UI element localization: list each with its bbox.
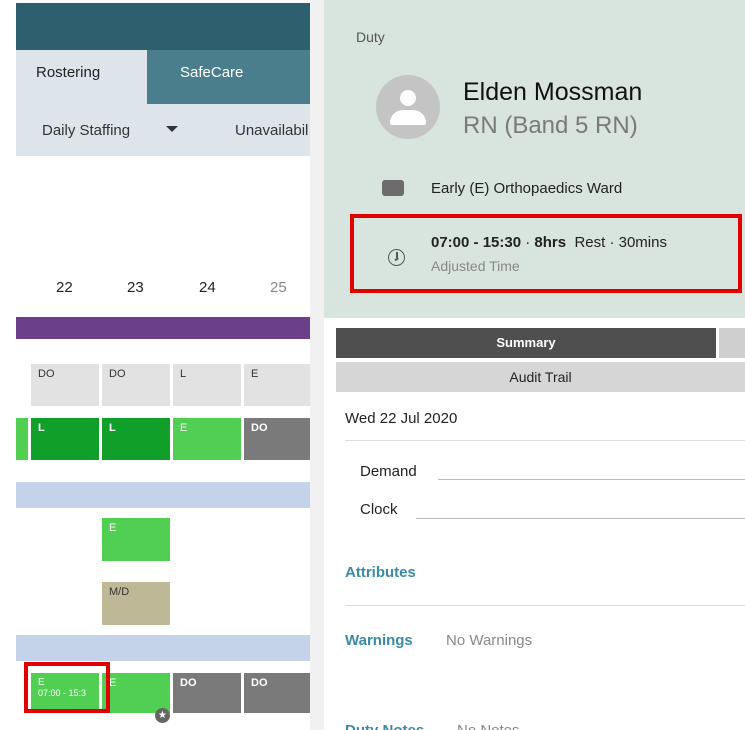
duty-notes-value: No Notes — [457, 722, 520, 730]
tab-audit-trail[interactable]: Audit Trail — [336, 362, 745, 392]
time-note: Adjusted Time — [431, 258, 520, 274]
roster-cell[interactable]: E — [102, 673, 170, 713]
roster-cell[interactable]: DO — [173, 673, 241, 713]
group-band — [16, 635, 325, 661]
day-header: 22 — [56, 279, 73, 296]
tab-partial[interactable] — [719, 328, 745, 358]
chevron-down-icon[interactable] — [166, 126, 178, 132]
unavailability-menu[interactable]: Unavailabil — [235, 122, 308, 139]
roster-cell[interactable]: E — [244, 364, 312, 406]
shift-hours: 8hrs — [534, 234, 567, 251]
roster-cell[interactable]: DO — [31, 364, 99, 406]
demand-label: Demand — [360, 463, 417, 480]
roster-cell[interactable]: E — [173, 418, 241, 460]
roster-cell[interactable]: E — [102, 518, 170, 561]
roster-cell[interactable]: DO — [102, 364, 170, 406]
roster-cell[interactable]: DO — [244, 673, 312, 713]
rest-value: 30mins — [618, 234, 667, 251]
day-header: 25 — [270, 279, 287, 296]
divider — [345, 440, 745, 441]
demand-line — [438, 479, 745, 480]
shift-ward: Early (E) Orthopaedics Ward — [431, 180, 623, 197]
avatar — [376, 75, 440, 139]
shift-time-range: 07:00 - 15:30 — [431, 234, 522, 251]
duty-notes-heading[interactable]: Duty Notes — [345, 722, 424, 730]
staff-name: Elden Mossman — [463, 78, 643, 106]
duty-label: Duty — [356, 29, 385, 45]
attributes-heading[interactable]: Attributes — [345, 564, 416, 581]
warnings-value: No Warnings — [446, 632, 533, 649]
sub-navigation: Daily Staffing Unavailabil — [16, 104, 325, 156]
shift-color-swatch — [382, 180, 404, 196]
warnings-heading[interactable]: Warnings — [345, 632, 413, 649]
duty-date: Wed 22 Jul 2020 — [345, 410, 458, 427]
person-icon-body — [390, 110, 426, 125]
day-header: 23 — [127, 279, 144, 296]
group-band — [16, 482, 325, 508]
main-tabs: Rostering SafeCare F — [16, 50, 325, 104]
staff-role: RN (Band 5 RN) — [463, 112, 638, 139]
highlight-box — [24, 662, 110, 713]
roster-cell[interactable] — [16, 418, 28, 460]
clock-icon — [388, 249, 405, 266]
roster-cell[interactable]: L — [173, 364, 241, 406]
duty-header: Duty Elden Mossman RN (Band 5 RN) Early … — [324, 0, 745, 318]
clock-label: Clock — [360, 501, 398, 518]
roster-cell[interactable]: L — [31, 418, 99, 460]
daily-staffing-dropdown[interactable]: Daily Staffing — [42, 122, 130, 139]
shift-time-summary: 07:00 - 15:30 · 8hrs Rest · 30mins — [431, 234, 667, 251]
star-icon: ★ — [155, 708, 170, 723]
clock-line — [416, 518, 745, 519]
roster-cell[interactable]: DO — [244, 418, 312, 460]
day-header: 24 — [199, 279, 216, 296]
tab-safecare[interactable]: SafeCare — [180, 50, 243, 104]
highlight-box — [350, 214, 742, 293]
roster-cell[interactable]: L — [102, 418, 170, 460]
roster-cell[interactable]: M/D — [102, 582, 170, 625]
person-icon — [400, 90, 416, 106]
divider — [345, 605, 745, 606]
duty-panel: Duty Elden Mossman RN (Band 5 RN) Early … — [324, 0, 745, 730]
app-header: To — [16, 3, 325, 50]
tab-summary[interactable]: Summary — [336, 328, 716, 358]
tab-rostering[interactable]: Rostering — [16, 50, 147, 104]
roster-grid: To Rostering SafeCare F Daily Staffing U… — [0, 0, 325, 730]
group-band — [16, 317, 325, 339]
rest-label: Rest — [574, 234, 606, 251]
